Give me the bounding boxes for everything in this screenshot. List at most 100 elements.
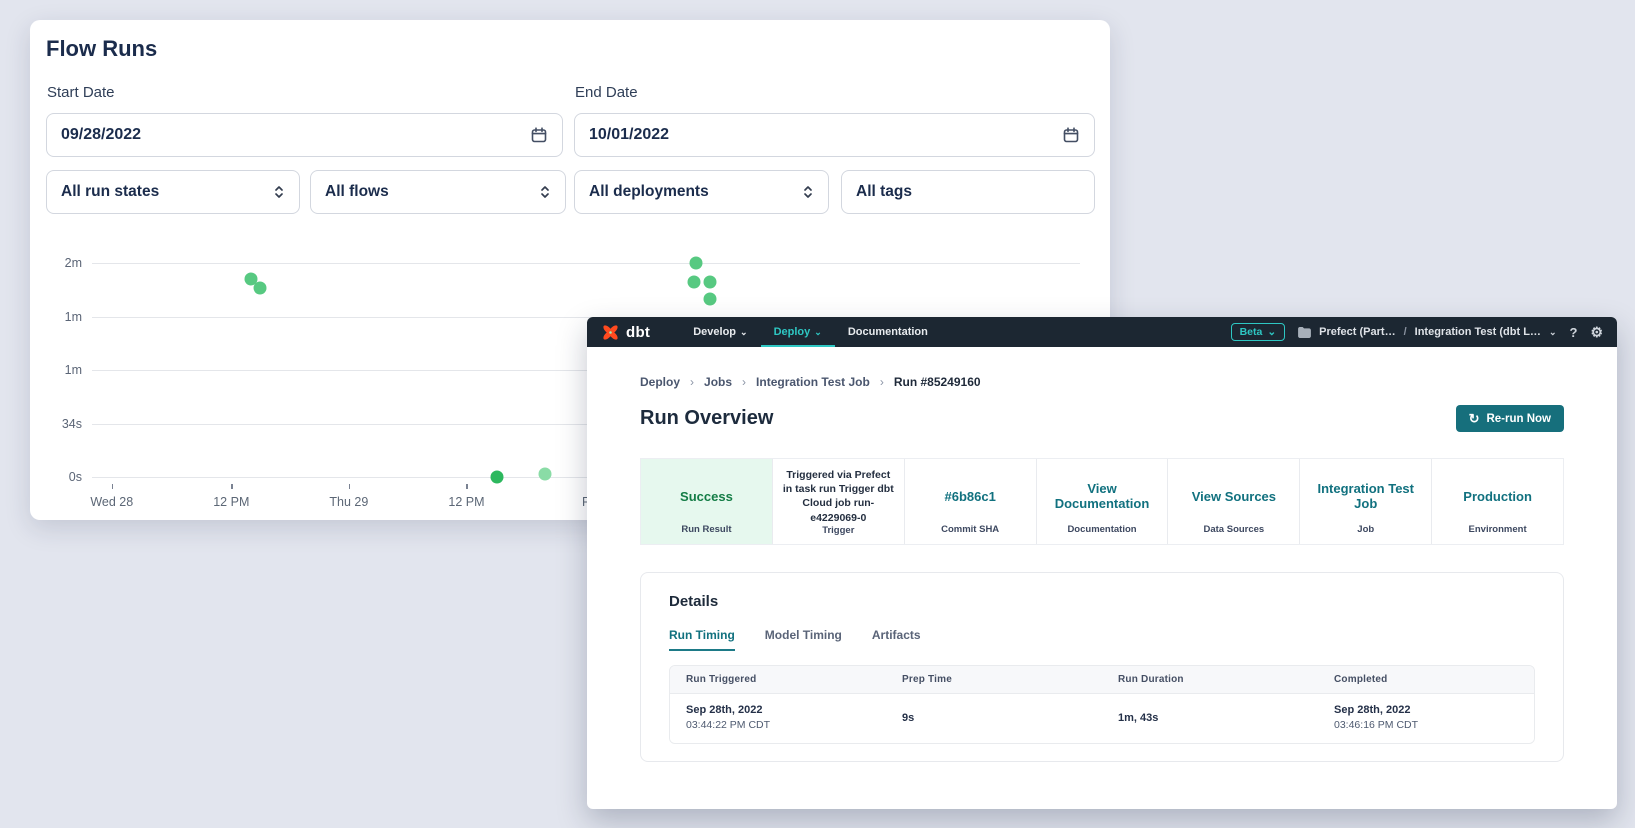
card-value[interactable]: View Documentation (1045, 468, 1160, 524)
nav-item-documentation[interactable]: Documentation (835, 317, 941, 347)
start-date-input[interactable]: 09/28/2022 (46, 113, 563, 157)
x-axis-tick-label: 12 PM (448, 495, 484, 509)
run-states-select-value: All run states (61, 183, 159, 201)
cell-value: Sep 28th, 2022 (686, 704, 880, 716)
breadcrumb-separator: › (690, 375, 694, 389)
y-axis-tick-label: 1m (65, 310, 82, 324)
up-down-chevron-icon (539, 184, 551, 200)
column-header: Prep Time (886, 666, 1102, 693)
breadcrumb: Deploy›Jobs›Integration Test Job›Run #85… (640, 375, 1564, 389)
table-header-row: Run TriggeredPrep TimeRun DurationComple… (670, 666, 1534, 694)
cell-value: Sep 28th, 2022 (1334, 704, 1528, 716)
details-panel: Details Run TimingModel TimingArtifacts … (640, 572, 1564, 762)
details-title: Details (669, 593, 1535, 610)
card-label: Trigger (822, 525, 854, 536)
dbt-logo[interactable]: dbt (601, 323, 650, 342)
card-label: Run Result (681, 524, 731, 535)
flow-runs-title: Flow Runs (46, 36, 157, 62)
card-value[interactable]: View Sources (1192, 468, 1276, 524)
table-row: Sep 28th, 202203:44:22 PM CDT9s1m, 43sSe… (670, 694, 1534, 743)
end-date-label: End Date (575, 84, 638, 101)
card-label: Documentation (1067, 524, 1136, 535)
y-axis-tick-label: 1m (65, 363, 82, 377)
tab-artifacts[interactable]: Artifacts (872, 628, 921, 651)
deployments-select[interactable]: All deployments (574, 170, 829, 214)
card-value[interactable]: Integration Test Job (1308, 468, 1423, 524)
account-project-switcher[interactable]: Prefect (Part… / Integration Test (dbt L… (1298, 326, 1556, 338)
y-axis-tick-label: 0s (69, 470, 82, 484)
x-axis-tick (112, 484, 114, 489)
beta-dropdown[interactable]: Beta ⌄ (1231, 323, 1286, 341)
card-value[interactable]: Production (1463, 468, 1532, 524)
table-cell: Sep 28th, 202203:44:22 PM CDT (670, 694, 886, 743)
breadcrumb-item[interactable]: Deploy (640, 375, 680, 389)
cell-subvalue: 03:46:16 PM CDT (1334, 719, 1528, 731)
y-axis-tick-label: 2m (65, 256, 82, 270)
flow-run-point[interactable] (491, 471, 504, 484)
up-down-chevron-icon (802, 184, 814, 200)
breadcrumb-separator: › (880, 375, 884, 389)
gear-icon[interactable]: ⚙ (1590, 324, 1603, 341)
tags-select[interactable]: All tags (841, 170, 1095, 214)
project-name: Integration Test (dbt L… (1415, 326, 1541, 338)
flows-select[interactable]: All flows (310, 170, 566, 214)
summary-card-data-sources[interactable]: View SourcesData Sources (1167, 459, 1299, 544)
nav-item-deploy[interactable]: Deploy⌄ (761, 317, 835, 347)
end-date-input[interactable]: 10/01/2022 (574, 113, 1095, 157)
card-label: Environment (1469, 524, 1527, 535)
x-axis-tick-label: Thu 29 (329, 495, 368, 509)
tags-select-value: All tags (856, 183, 912, 201)
summary-card-environment[interactable]: ProductionEnvironment (1431, 459, 1563, 544)
up-down-chevron-icon (273, 184, 285, 200)
card-label: Commit SHA (941, 524, 999, 535)
card-value: Success (680, 468, 733, 524)
start-date-label: Start Date (47, 84, 115, 101)
chevron-down-icon: ⌄ (1267, 326, 1276, 338)
rerun-now-label: Re-run Now (1486, 413, 1551, 425)
flow-run-point[interactable] (538, 467, 551, 480)
column-header: Completed (1318, 666, 1534, 693)
nav-item-label: Deploy (774, 326, 811, 338)
end-date-value: 10/01/2022 (589, 126, 669, 144)
details-tabs: Run Timing Model Timing Artifacts (669, 628, 1535, 651)
nav-item-develop[interactable]: Develop⌄ (680, 317, 760, 347)
calendar-icon[interactable] (530, 126, 548, 144)
chevron-down-icon: ⌄ (814, 328, 822, 337)
tab-run-timing[interactable]: Run Timing (669, 628, 735, 651)
help-icon[interactable]: ? (1569, 325, 1577, 340)
chart-gridline: 2m (92, 263, 1080, 264)
run-states-select[interactable]: All run states (46, 170, 300, 214)
calendar-icon[interactable] (1062, 126, 1080, 144)
flow-run-point[interactable] (704, 275, 717, 288)
x-axis-tick (349, 484, 351, 489)
summary-card-trigger: Triggered via Prefect in task run Trigge… (772, 459, 904, 544)
summary-card-documentation[interactable]: View DocumentationDocumentation (1036, 459, 1168, 544)
folder-icon (1298, 327, 1311, 338)
flow-run-point[interactable] (687, 275, 700, 288)
summary-card-job[interactable]: Integration Test JobJob (1299, 459, 1431, 544)
page-title: Run Overview (640, 407, 773, 430)
breadcrumb-item: Run #85249160 (894, 375, 981, 389)
table-cell: Sep 28th, 2022 03:46:16 PM CDT (1318, 694, 1534, 743)
breadcrumb-item[interactable]: Jobs (704, 375, 732, 389)
card-label: Data Sources (1204, 524, 1265, 535)
flow-run-point[interactable] (689, 257, 702, 270)
card-value[interactable]: #6b86c1 (944, 468, 995, 524)
deployments-select-value: All deployments (589, 183, 709, 201)
flow-run-point[interactable] (703, 293, 716, 306)
x-axis-tick (466, 484, 468, 489)
flow-run-point[interactable] (253, 282, 266, 295)
column-header: Run Triggered (670, 666, 886, 693)
y-axis-tick-label: 34s (62, 417, 82, 431)
table-cell: 1m, 43s (1102, 694, 1318, 743)
summary-card-commit-sha[interactable]: #6b86c1Commit SHA (904, 459, 1036, 544)
dbt-logo-text: dbt (626, 324, 650, 341)
tab-model-timing[interactable]: Model Timing (765, 628, 842, 651)
nav-item-label: Documentation (848, 326, 928, 338)
slash-separator: / (1404, 326, 1407, 338)
account-name: Prefect (Part… (1319, 326, 1395, 338)
refresh-icon: ↻ (1469, 412, 1480, 425)
rerun-now-button[interactable]: ↻ Re-run Now (1456, 405, 1564, 432)
x-axis-tick-label: 12 PM (213, 495, 249, 509)
breadcrumb-item[interactable]: Integration Test Job (756, 375, 870, 389)
